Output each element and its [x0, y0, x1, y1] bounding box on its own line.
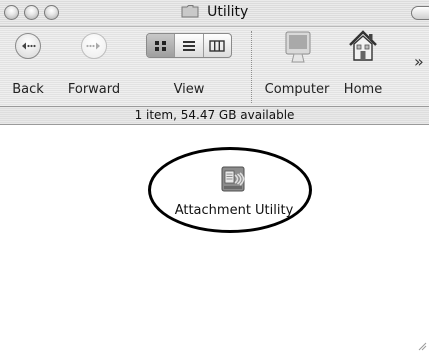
toolbar-overflow-button[interactable]: »	[414, 52, 424, 71]
icon-view-button[interactable]	[147, 34, 176, 57]
column-view-button[interactable]	[204, 34, 231, 57]
forward-label: Forward	[67, 82, 121, 97]
list-view-button[interactable]	[175, 34, 204, 57]
home-button[interactable]: Home	[338, 27, 388, 106]
folder-icon	[181, 4, 199, 22]
finder-window: Utility Back Forward View Computer Home …	[0, 0, 429, 353]
back-button[interactable]: Back	[8, 27, 48, 106]
home-icon	[349, 30, 377, 61]
highlight-circle	[148, 147, 312, 233]
view-mode-selector[interactable]	[146, 33, 232, 58]
status-text: 1 item, 54.47 GB available	[134, 108, 295, 122]
computer-icon	[285, 31, 311, 63]
home-label: Home	[343, 82, 383, 97]
window-title-area: Utility	[0, 4, 429, 22]
list-view-icon	[182, 40, 195, 51]
toolbar-separator	[251, 31, 252, 103]
status-bar: 1 item, 54.47 GB available	[0, 106, 429, 125]
forward-arrow-icon	[81, 33, 107, 59]
file-browser-content[interactable]: Attachment Utility	[0, 125, 429, 353]
computer-label: Computer	[264, 82, 330, 97]
column-view-icon	[209, 39, 226, 52]
toolbar: Back Forward View Computer Home »	[0, 27, 429, 106]
view-label: View	[173, 82, 205, 97]
resize-handle-icon[interactable]	[417, 341, 427, 351]
icon-view-icon	[154, 40, 166, 51]
back-label: Back	[12, 82, 44, 97]
forward-button[interactable]: Forward	[56, 27, 132, 106]
back-arrow-icon	[15, 33, 41, 59]
toolbar-toggle-button[interactable]	[411, 6, 429, 20]
title-bar[interactable]: Utility	[0, 0, 429, 27]
window-title: Utility	[207, 4, 249, 20]
computer-button[interactable]: Computer	[262, 27, 332, 106]
